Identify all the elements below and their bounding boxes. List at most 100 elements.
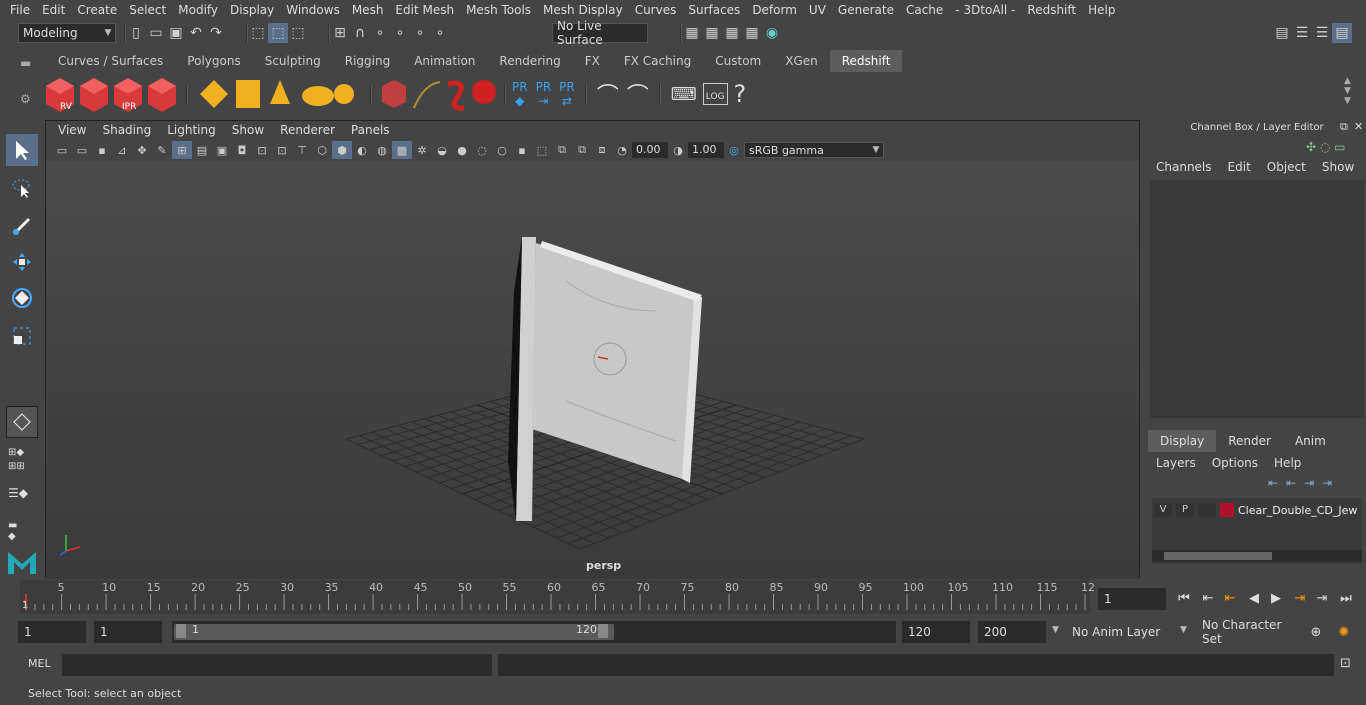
layer-tab-display[interactable]: Display <box>1148 430 1217 452</box>
menu-create[interactable]: Create <box>71 3 123 17</box>
shelf-tab-animation[interactable]: Animation <box>402 50 487 72</box>
select-object-icon[interactable]: ⬚ <box>268 23 288 43</box>
viewport-menu-view[interactable]: View <box>50 123 94 137</box>
smooth-shade-icon[interactable]: ⬢ <box>332 141 352 159</box>
soft-select-icon[interactable] <box>6 406 38 438</box>
channel-list[interactable] <box>1150 180 1364 418</box>
range-start-grip[interactable] <box>176 624 186 638</box>
range-slider-handle[interactable] <box>174 624 614 640</box>
layer-menu-layers[interactable]: Layers <box>1148 454 1204 472</box>
range-end-grip[interactable] <box>598 624 608 638</box>
xray-joints-icon[interactable]: ⧉ <box>572 141 592 159</box>
wireframe-icon[interactable]: ⬡ <box>312 141 332 159</box>
menu-display[interactable]: Display <box>224 3 280 17</box>
step-back-key-icon[interactable]: ⇤ <box>1220 588 1240 608</box>
live-surface-field[interactable]: No Live Surface <box>552 19 648 47</box>
command-input[interactable] <box>62 654 492 676</box>
anim-prefs-icon[interactable]: ✺ <box>1334 622 1354 642</box>
menu-mesh-tools[interactable]: Mesh Tools <box>460 3 537 17</box>
menu-help[interactable]: Help <box>1082 3 1121 17</box>
shelf-tab-curves-surfaces[interactable]: Curves / Surfaces <box>46 50 175 72</box>
menu-cache[interactable]: Cache <box>900 3 949 17</box>
time-ruler[interactable]: 1 5 10 15 20 25 30 35 40 45 50 55 60 65 70 75 80 85 90 95 1… <box>0 580 1095 614</box>
menu-generate[interactable]: Generate <box>832 3 900 17</box>
redshift-render-icons[interactable]: RV IPR <box>40 74 180 114</box>
isolate-select-icon[interactable]: ⬚ <box>532 141 552 159</box>
menu--3dtoall-[interactable]: - 3DtoAll - <box>949 3 1021 17</box>
layer-buttons[interactable]: ⇤⇤⇥⇥ <box>1268 476 1340 490</box>
start-time-field[interactable]: 1 <box>18 621 86 643</box>
snap-live-icon[interactable]: ∘ <box>430 23 450 43</box>
layout-persp-icon[interactable]: ▬ ◆ <box>8 520 17 542</box>
layer-row[interactable]: V P Clear_Double_CD_Jew <box>1154 502 1360 518</box>
screen-space-ao-icon[interactable]: ● <box>452 141 472 159</box>
field-chart-icon[interactable]: ⊡ <box>252 141 272 159</box>
shelf-tab-xgen[interactable]: XGen <box>773 50 830 72</box>
select-component-icon[interactable]: ⬚ <box>288 23 308 43</box>
range-slider[interactable]: 1 120 <box>172 621 896 643</box>
go-start-icon[interactable]: ⏮ <box>1174 588 1194 608</box>
channel-menu-object[interactable]: Object <box>1259 160 1314 174</box>
save-scene-icon[interactable]: ▣ <box>166 23 186 43</box>
depth-of-field-icon[interactable]: ▪ <box>512 141 532 159</box>
shelf-scroll-icon[interactable]: ▲ ▼ ▼ <box>1344 76 1351 106</box>
viewport-menu-lighting[interactable]: Lighting <box>159 123 224 137</box>
layer-menu-options[interactable]: Options <box>1204 454 1266 472</box>
xray-components-icon[interactable]: ⧈ <box>592 141 612 159</box>
paint-select-icon[interactable] <box>6 210 38 242</box>
open-scene-icon[interactable]: ▭ <box>146 23 166 43</box>
layer-tab-render[interactable]: Render <box>1216 430 1283 452</box>
menu-curves[interactable]: Curves <box>629 3 683 17</box>
code-icon[interactable]: ⌨ <box>671 84 697 105</box>
playback-end-field[interactable]: 120 <box>902 621 970 643</box>
modeling-toolkit-icon[interactable]: ▤ <box>1272 23 1292 43</box>
channel-menu-edit[interactable]: Edit <box>1220 160 1259 174</box>
snap-point-icon[interactable]: ∘ <box>370 23 390 43</box>
render-frame-icon[interactable]: ▦ <box>702 23 722 43</box>
redo-icon[interactable]: ↷ <box>206 23 226 43</box>
camera-select-icon[interactable]: ▭ <box>52 141 72 159</box>
step-back-icon[interactable]: ⇤ <box>1198 588 1218 608</box>
channel-menu-channels[interactable]: Channels <box>1148 160 1220 174</box>
redshift-lights-icons[interactable] <box>194 74 364 114</box>
script-editor-icon[interactable]: ⊡ <box>1340 656 1351 671</box>
snap-surface-icon[interactable]: ∘ <box>410 23 430 43</box>
viewport-menu-panels[interactable]: Panels <box>343 123 398 137</box>
shelf-tab-rendering[interactable]: Rendering <box>487 50 572 72</box>
textured-icon[interactable]: ▩ <box>392 141 412 159</box>
layer-tab-anim[interactable]: Anim <box>1283 430 1338 452</box>
bake-icon[interactable]: ⌒ <box>597 78 619 110</box>
menu-deform[interactable]: Deform <box>746 3 803 17</box>
wireframe-on-shaded-icon[interactable]: ◍ <box>372 141 392 159</box>
layer-type-toggle[interactable] <box>1198 503 1216 517</box>
menu-surfaces[interactable]: Surfaces <box>682 3 746 17</box>
color-management-icon[interactable]: ◎ <box>724 141 744 159</box>
auto-key-icon[interactable]: ⊕ <box>1306 622 1326 642</box>
anti-alias-icon[interactable]: ○ <box>492 141 512 159</box>
viewport-menu-renderer[interactable]: Renderer <box>272 123 343 137</box>
menu-select[interactable]: Select <box>123 3 172 17</box>
log-icon[interactable]: LOG <box>702 83 728 105</box>
new-scene-icon[interactable]: ▯ <box>126 23 146 43</box>
step-forward-key-icon[interactable]: ⇥ <box>1290 588 1310 608</box>
close-panel-icon[interactable]: ✕ <box>1354 120 1363 133</box>
anim-layer-dropdown[interactable]: No Anim Layer <box>1068 621 1178 643</box>
snap-view-icon[interactable]: ∘ <box>390 23 410 43</box>
shelf-tab-custom[interactable]: Custom <box>703 50 773 72</box>
bake-options-icon[interactable]: ⌒ <box>627 78 649 110</box>
step-forward-icon[interactable]: ⇥ <box>1312 588 1332 608</box>
grease-pencil-icon[interactable]: ✎ <box>152 141 172 159</box>
exposure-icon[interactable]: ◔ <box>612 141 632 159</box>
shelf-tab-fx-caching[interactable]: FX Caching <box>612 50 703 72</box>
2d-pan-icon[interactable]: ✥ <box>132 141 152 159</box>
xray-icon[interactable]: ⧉ <box>552 141 572 159</box>
menu-edit-mesh[interactable]: Edit Mesh <box>389 3 460 17</box>
menu-uv[interactable]: UV <box>803 3 832 17</box>
shelf-tab-rigging[interactable]: Rigging <box>333 50 402 72</box>
lasso-tool-icon[interactable] <box>6 172 38 204</box>
viewport-menu-shading[interactable]: Shading <box>94 123 159 137</box>
shelf-tab-fx[interactable]: FX <box>573 50 612 72</box>
layer-menu-help[interactable]: Help <box>1266 454 1309 472</box>
channel-box-icon[interactable]: ▤ <box>1332 23 1352 43</box>
playback-start-field[interactable]: 1 <box>94 621 162 643</box>
